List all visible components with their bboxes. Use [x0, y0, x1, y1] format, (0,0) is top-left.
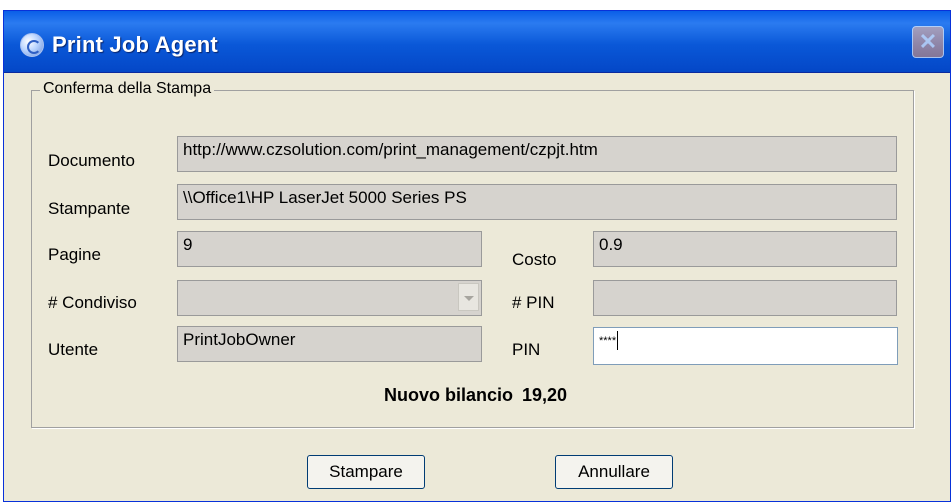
document-field: http://www.czsolution.com/print_manageme… — [177, 136, 897, 172]
shared-dropdown[interactable] — [177, 280, 482, 316]
pages-label: Pagine — [48, 245, 101, 264]
window-title: Print Job Agent — [52, 32, 218, 57]
close-icon: ✕ — [918, 29, 938, 54]
pin-input-value: **** — [599, 335, 617, 347]
pages-field: 9 — [177, 231, 482, 267]
text-caret — [617, 331, 619, 350]
group-legend: Conferma della Stampa — [40, 80, 215, 98]
printer-field: \\Office1\HP LaserJet 5000 Series PS — [177, 184, 897, 220]
document-label: Documento — [48, 151, 135, 170]
pin-number-label: # PIN — [512, 293, 555, 312]
close-button[interactable]: ✕ — [912, 26, 944, 58]
cancel-button[interactable]: Annullare — [555, 455, 673, 489]
cost-field: 0.9 — [593, 231, 897, 267]
new-balance-label: Nuovo bilancio — [383, 385, 513, 405]
user-label: Utente — [48, 340, 99, 359]
shared-label: # Condiviso — [48, 293, 137, 312]
pin-number-field — [593, 280, 897, 316]
cost-label: Costo — [512, 250, 557, 269]
print-agent-icon — [20, 33, 44, 57]
new-balance: Nuovo bilancio 19,20 — [0, 385, 951, 406]
new-balance-value: 19,20 — [521, 385, 568, 405]
pin-label: PIN — [512, 340, 541, 359]
pin-input[interactable]: **** — [593, 327, 898, 365]
chevron-down-icon[interactable] — [458, 283, 479, 311]
user-field: PrintJobOwner — [177, 326, 482, 362]
printer-label: Stampante — [48, 199, 131, 218]
print-button[interactable]: Stampare — [307, 455, 425, 489]
title-bar[interactable]: Print Job Agent ✕ — [4, 11, 950, 73]
